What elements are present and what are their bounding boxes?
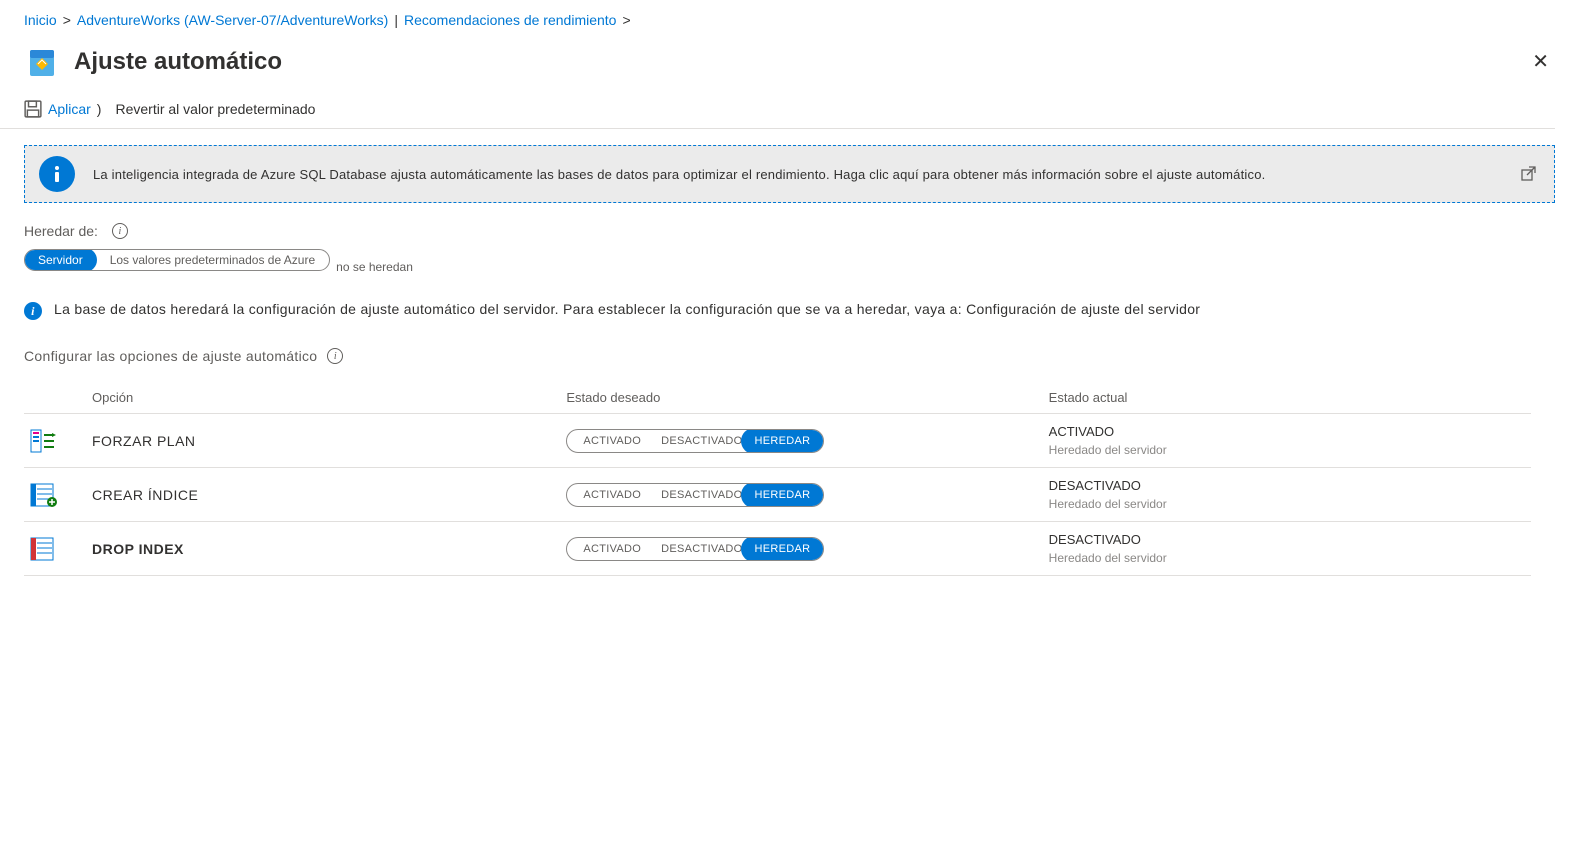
toggle-inherit[interactable]: HEREDAR	[741, 429, 825, 453]
toggle-inherit[interactable]: HEREDAR	[741, 537, 825, 561]
config-section-label: Configurar las opciones de ajuste automá…	[24, 348, 1555, 364]
col-option: Opción	[84, 390, 566, 405]
col-current: Estado actual	[1049, 390, 1531, 405]
toggle-on[interactable]: ACTIVADO	[567, 429, 657, 453]
toolbar: Aplicar ) Revertir al valor predetermina…	[0, 100, 1555, 129]
inherit-server-option[interactable]: Servidor	[24, 249, 97, 271]
info-banner[interactable]: La inteligencia integrada de Azure SQL D…	[24, 145, 1555, 203]
options-table: Opción Estado deseado Estado actual FORZ…	[24, 382, 1531, 576]
info-banner-text: La inteligencia integrada de Azure SQL D…	[93, 167, 1502, 182]
current-state-value: ACTIVADO	[1049, 424, 1531, 439]
close-button[interactable]: ✕	[1526, 46, 1555, 78]
inherit-note-text: La base de datos heredará la configuraci…	[54, 301, 1200, 317]
desired-state-toggle[interactable]: ACTIVADO DESACTIVADO HEREDAR	[566, 483, 824, 507]
inherit-label-text: Heredar de:	[24, 223, 98, 239]
revert-label: Revertir al valor predeterminado	[115, 101, 315, 117]
inherit-from-label: Heredar de: i	[24, 223, 1555, 239]
info-tooltip-icon[interactable]: i	[112, 223, 128, 239]
apply-button[interactable]: Aplicar )	[24, 100, 101, 118]
option-name: FORZAR PLAN	[84, 433, 566, 449]
breadcrumb-pipe: |	[394, 12, 398, 28]
info-icon	[39, 156, 75, 192]
drop-index-icon	[30, 537, 58, 561]
breadcrumb-home[interactable]: Inicio	[24, 12, 57, 28]
toggle-on[interactable]: ACTIVADO	[567, 537, 657, 561]
save-icon	[24, 100, 42, 118]
toggle-inherit[interactable]: HEREDAR	[741, 483, 825, 507]
breadcrumb-db[interactable]: AdventureWorks (AW-Server-07/AdventureWo…	[77, 12, 388, 28]
apply-label: Aplicar	[48, 101, 91, 117]
col-desired: Estado deseado	[566, 390, 1048, 405]
breadcrumb: Inicio > AdventureWorks (AW-Server-07/Ad…	[0, 0, 1579, 36]
current-state-value: DESACTIVADO	[1049, 478, 1531, 493]
apply-paren: )	[97, 101, 102, 117]
info-tooltip-icon[interactable]: i	[327, 348, 343, 364]
current-state: ACTIVADO Heredado del servidor	[1049, 424, 1531, 457]
current-state-source: Heredado del servidor	[1049, 497, 1531, 511]
current-state: DESACTIVADO Heredado del servidor	[1049, 478, 1531, 511]
breadcrumb-perf[interactable]: Recomendaciones de rendimiento	[404, 12, 616, 28]
desired-state-toggle[interactable]: ACTIVADO DESACTIVADO HEREDAR	[566, 537, 824, 561]
page-header: Ajuste automático ✕	[0, 36, 1579, 100]
option-name: CREAR ÍNDICE	[84, 487, 566, 503]
desired-state-toggle[interactable]: ACTIVADO DESACTIVADO HEREDAR	[566, 429, 824, 453]
current-state-value: DESACTIVADO	[1049, 532, 1531, 547]
table-row: CREAR ÍNDICE ACTIVADO DESACTIVADO HEREDA…	[24, 467, 1531, 521]
toggle-on[interactable]: ACTIVADO	[567, 483, 657, 507]
table-row: FORZAR PLAN ACTIVADO DESACTIVADO HEREDAR…	[24, 413, 1531, 467]
toggle-off[interactable]: DESACTIVADO	[657, 537, 750, 561]
inherit-no-inherit: no se heredan	[336, 260, 413, 274]
database-icon	[24, 44, 60, 80]
inherit-azure-defaults-option[interactable]: Los valores predeterminados de Azure	[96, 249, 329, 271]
table-header: Opción Estado deseado Estado actual	[24, 382, 1531, 413]
toggle-off[interactable]: DESACTIVADO	[657, 429, 750, 453]
info-icon-small: i	[24, 302, 42, 320]
breadcrumb-sep: >	[622, 12, 630, 28]
inherit-toggle[interactable]: Servidor Los valores predeterminados de …	[24, 249, 330, 271]
config-section-text: Configurar las opciones de ajuste automá…	[24, 348, 317, 364]
table-row: DROP INDEX ACTIVADO DESACTIVADO HEREDAR …	[24, 521, 1531, 576]
toggle-off[interactable]: DESACTIVADO	[657, 483, 750, 507]
option-name: DROP INDEX	[84, 541, 566, 557]
inherit-note: i La base de datos heredará la configura…	[24, 301, 1555, 320]
revert-button[interactable]: Revertir al valor predeterminado	[115, 101, 315, 117]
current-state: DESACTIVADO Heredado del servidor	[1049, 532, 1531, 565]
current-state-source: Heredado del servidor	[1049, 551, 1531, 565]
breadcrumb-sep: >	[63, 12, 71, 28]
page-title: Ajuste automático	[74, 48, 282, 76]
external-link-icon	[1520, 166, 1536, 182]
force-plan-icon	[30, 429, 58, 453]
create-index-icon	[30, 483, 58, 507]
current-state-source: Heredado del servidor	[1049, 443, 1531, 457]
